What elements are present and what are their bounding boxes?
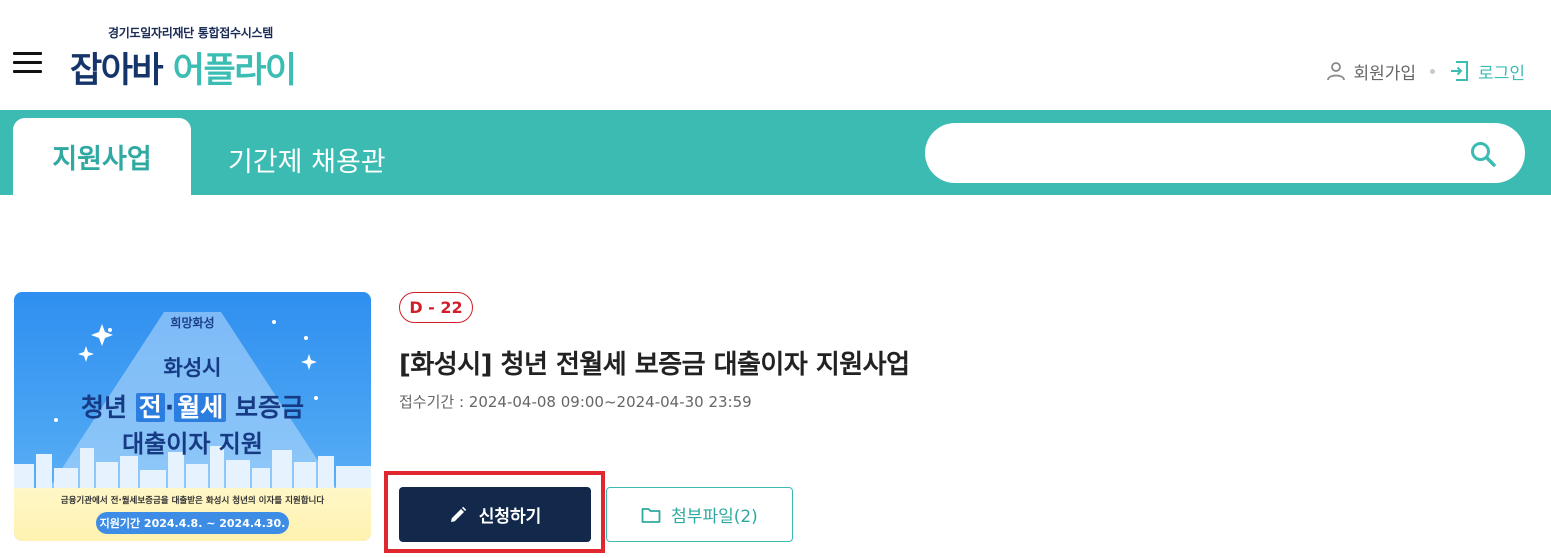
period-label: 접수기간 : [399, 393, 469, 411]
folder-icon [641, 507, 661, 523]
search-icon[interactable] [1469, 140, 1497, 168]
pencil-icon [450, 506, 466, 522]
apply-label: 신청하기 [478, 507, 542, 527]
dday-badge: D - 22 [399, 292, 473, 323]
login-label: 로그인 [1478, 63, 1525, 84]
hwaseong-logo-text: 희망화성 [170, 316, 215, 330]
logo-subtitle: 경기도일자리재단 통합접수시스템 [108, 26, 273, 40]
main-nav: 지원사업 기간제 채용관 [0, 110, 1551, 195]
period-value: 2024-04-08 09:00~2024-04-30 23:59 [468, 393, 752, 411]
thumbnail-period-badge: 지원기간 2024.4.8. ~ 2024.4.30. [96, 512, 289, 534]
logo-title: 잡아바 어플라이 [70, 51, 297, 91]
login-link[interactable]: 로그인 [1448, 59, 1525, 84]
join-link[interactable]: 회원가입 [1326, 59, 1417, 84]
user-links: 회원가입 로그인 [1326, 58, 1525, 84]
thumbnail-headline-2: 대출이자 지원 [122, 430, 263, 458]
thumbnail-description: 금융기관에서 전·월세보증금을 대출받은 화성시 청년의 이자를 지원합니다 [60, 496, 325, 506]
apply-button[interactable]: 신청하기 [399, 487, 591, 542]
attachments-button[interactable]: 첨부파일(2) [606, 487, 793, 542]
menu-icon[interactable] [13, 52, 42, 74]
application-period: 접수기간 : 2024-04-08 09:00~2024-04-30 23:59 [399, 391, 752, 412]
site-header: 경기도일자리재단 통합접수시스템 잡아바 어플라이 회원가입 로그인 [0, 0, 1551, 110]
site-logo[interactable]: 경기도일자리재단 통합접수시스템 잡아바 어플라이 [70, 22, 330, 92]
tab-fixed-term-jobs[interactable]: 기간제 채용관 [228, 140, 386, 179]
separator-dot [1430, 68, 1436, 74]
program-thumbnail[interactable]: 희망화성 화성시 청년 전 · 월세 보증금 대출이자 지원 금융기관에서 전·월세… [14, 292, 371, 541]
user-icon [1326, 62, 1345, 81]
login-icon [1451, 61, 1469, 81]
join-label: 회원가입 [1353, 63, 1417, 84]
tab-support-programs[interactable]: 지원사업 [13, 118, 191, 195]
program-title[interactable]: [화성시] 청년 전월세 보증금 대출이자 지원사업 [399, 344, 910, 381]
thumbnail-city: 화성시 [163, 356, 222, 380]
attachments-label: 첨부파일(2) [671, 507, 758, 527]
search-box [925, 123, 1525, 183]
thumbnail-headline-1: 청년 전 · 월세 보증금 [81, 393, 304, 422]
search-input[interactable] [955, 123, 1455, 183]
